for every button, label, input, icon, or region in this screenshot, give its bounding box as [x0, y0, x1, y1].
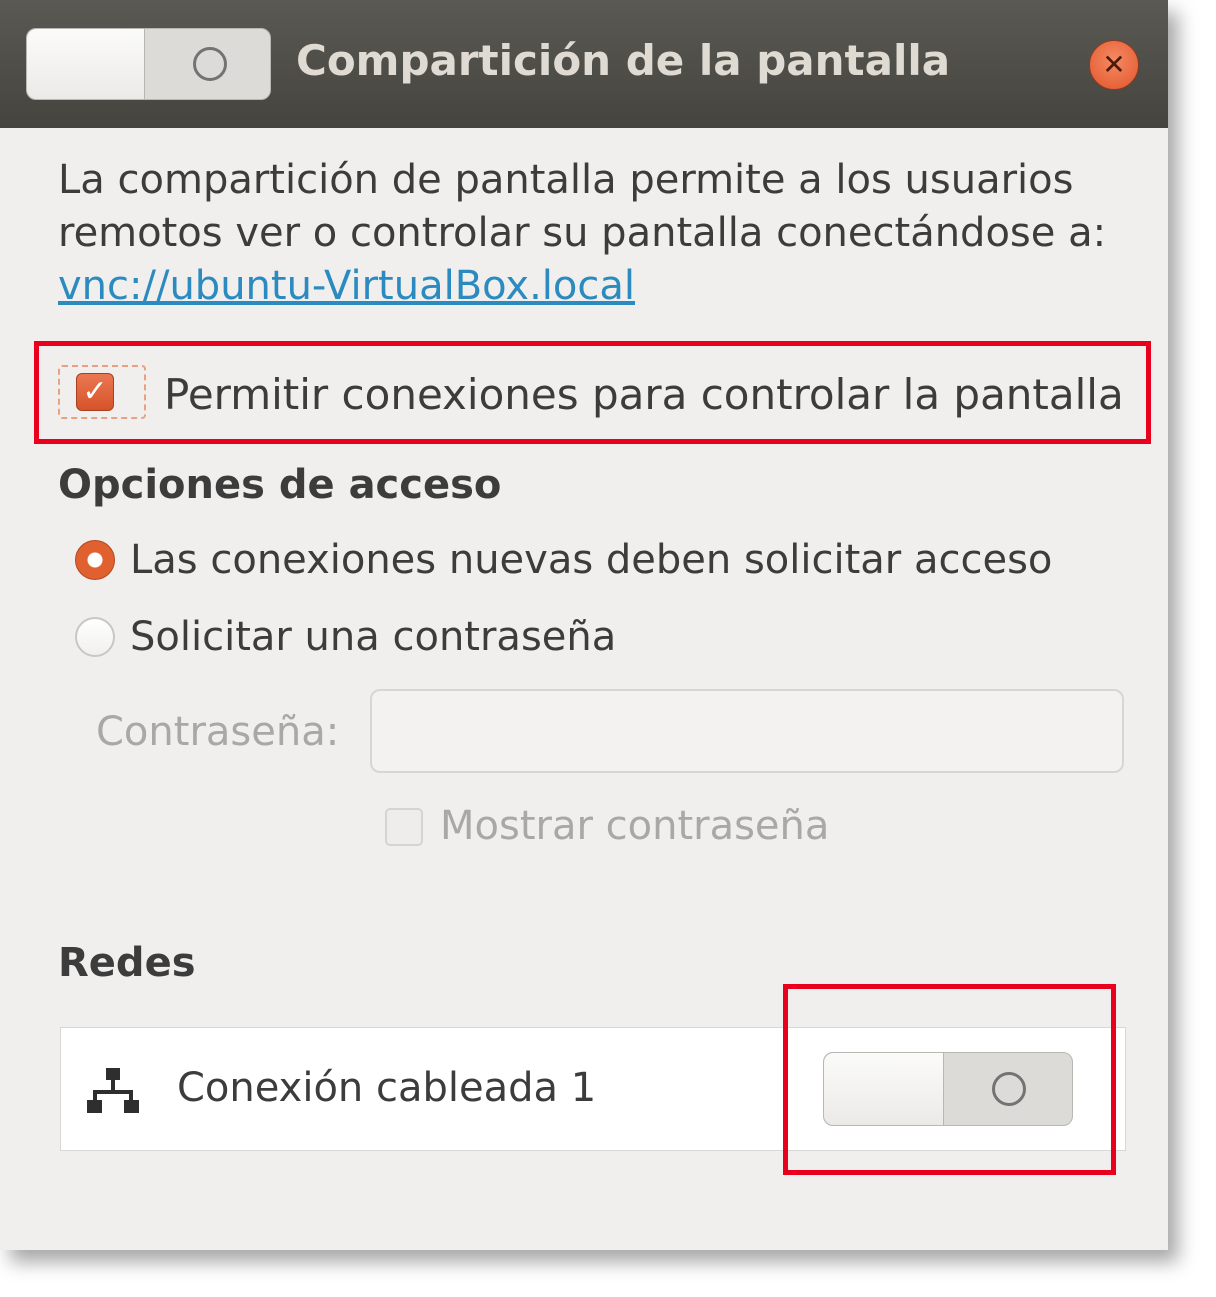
network-label: Conexión cableada 1: [177, 1065, 597, 1111]
window-title: Compartición de la pantalla: [296, 36, 951, 85]
password-field[interactable]: [370, 689, 1124, 773]
show-password-checkbox[interactable]: [385, 808, 423, 846]
network-wired-icon: [87, 1068, 139, 1113]
highlight-box-checkbox: [34, 341, 1151, 444]
radio-require-access[interactable]: [75, 540, 115, 580]
description-text: La compartición de pantalla permite a lo…: [58, 154, 1138, 313]
toggle-knob: [27, 29, 145, 99]
description-body: La compartición de pantalla permite a lo…: [58, 157, 1107, 256]
title-bar: Compartición de la pantalla ✕: [0, 0, 1168, 128]
show-password-label[interactable]: Mostrar contraseña: [440, 803, 829, 849]
close-button[interactable]: ✕: [1089, 40, 1139, 90]
vnc-address-link[interactable]: vnc://ubuntu-VirtualBox.local: [58, 263, 635, 309]
radio-require-password-label[interactable]: Solicitar una contraseña: [130, 614, 616, 660]
radio-require-access-label[interactable]: Las conexiones nuevas deben solicitar ac…: [130, 537, 1052, 583]
screen-sharing-toggle[interactable]: [26, 28, 271, 100]
toggle-off-icon: [193, 47, 227, 81]
radio-require-password[interactable]: [75, 617, 115, 657]
screen-sharing-dialog: Compartición de la pantalla ✕ La compart…: [0, 0, 1168, 1250]
password-label: Contraseña:: [96, 709, 340, 755]
networks-heading: Redes: [58, 940, 196, 986]
close-icon: ✕: [1102, 48, 1126, 81]
access-options-heading: Opciones de acceso: [58, 462, 502, 508]
highlight-box-network-toggle: [783, 984, 1116, 1175]
